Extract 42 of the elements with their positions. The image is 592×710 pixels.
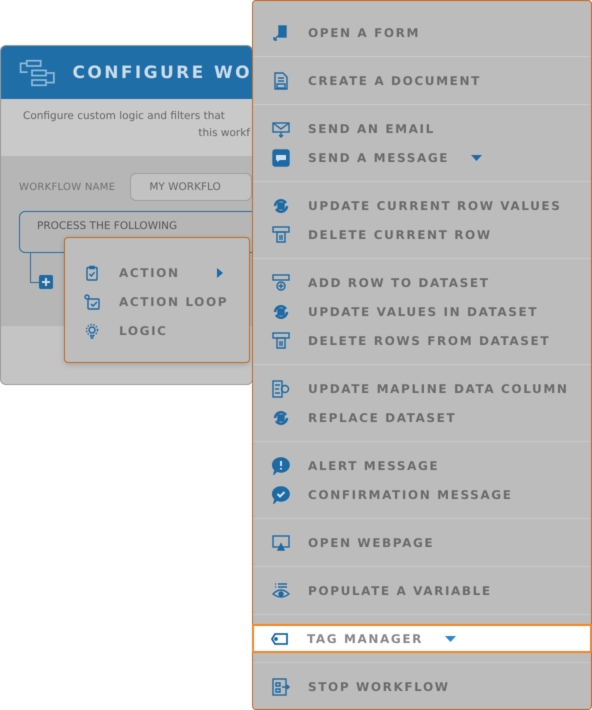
- menu-item[interactable]: CREATE A DOCUMENT: [253, 66, 591, 95]
- menu-item[interactable]: DELETE CURRENT ROW: [253, 220, 591, 249]
- sync-icon: [272, 302, 290, 320]
- menu-item[interactable]: TAG MANAGER: [252, 624, 592, 653]
- eye-icon: [272, 582, 290, 600]
- flowchart-icon: [272, 678, 290, 696]
- sync-icon: [272, 196, 290, 214]
- popover-item[interactable]: ACTION: [65, 258, 249, 287]
- popover-item[interactable]: LOGIC: [65, 316, 249, 345]
- popover-item[interactable]: ACTION LOOP: [65, 287, 249, 316]
- alert-icon: [272, 456, 290, 474]
- chat-icon: [272, 148, 290, 166]
- description-text: this workf: [198, 126, 250, 141]
- add-icon[interactable]: [39, 275, 53, 289]
- bulb-icon: [84, 322, 100, 338]
- menu-item[interactable]: CONFIRMATION MESSAGE: [253, 480, 591, 509]
- description-text: Configure custom logic and filters that: [23, 109, 225, 124]
- menu-item[interactable]: REPLACE DATASET: [253, 403, 591, 432]
- monitor-icon: [272, 534, 290, 552]
- clipboard-icon: [84, 264, 100, 280]
- menu-item[interactable]: UPDATE VALUES IN DATASET: [253, 297, 591, 326]
- field-label: WORKFLOW NAME: [19, 182, 116, 192]
- menu-item[interactable]: ADD ROW TO DATASET: [253, 268, 591, 297]
- menu-item[interactable]: STOP WORKFLOW: [253, 672, 591, 701]
- menu-item[interactable]: DELETE ROWS FROM DATASET: [253, 326, 591, 355]
- menu-item[interactable]: UPDATE MAPLINE DATA COLUMN: [253, 374, 591, 403]
- menu-item[interactable]: SEND AN EMAIL: [253, 114, 591, 143]
- workflow-name-field[interactable]: MY WORKFLO: [130, 173, 252, 201]
- trash-icon: [272, 332, 290, 350]
- check-bubble-icon: [272, 486, 290, 504]
- trash-icon: [272, 226, 290, 244]
- menu-item[interactable]: POPULATE A VARIABLE: [253, 576, 591, 605]
- add-row-icon: [272, 274, 290, 292]
- menu-item[interactable]: ALERT MESSAGE: [253, 451, 591, 480]
- menu-item[interactable]: UPDATE CURRENT ROW VALUES: [253, 191, 591, 220]
- loop-icon: [84, 294, 100, 310]
- menu-item[interactable]: OPEN A FORM: [253, 18, 591, 47]
- envelope-icon: [272, 120, 290, 138]
- menu-item[interactable]: SEND A MESSAGE: [253, 143, 591, 172]
- document-icon: [272, 72, 290, 90]
- dialog-title: CONFIGURE WO: [72, 62, 252, 82]
- menu-item[interactable]: OPEN WEBPAGE: [253, 528, 591, 557]
